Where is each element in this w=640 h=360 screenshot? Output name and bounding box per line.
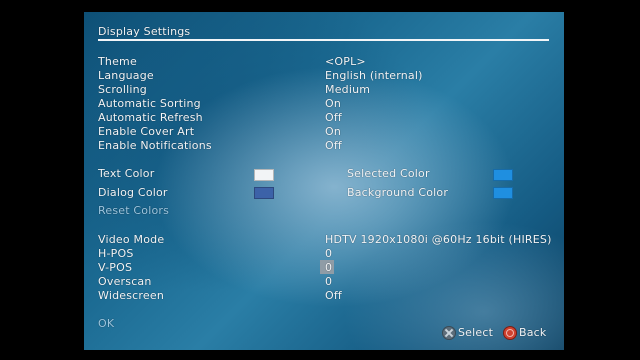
setting-label-widescreen[interactable]: Widescreen	[98, 289, 164, 302]
title-divider	[98, 39, 549, 41]
dialog-color-swatch[interactable]	[254, 187, 274, 199]
setting-value-video-mode: HDTV 1920x1080i @60Hz 16bit (HIRES)	[325, 233, 552, 246]
setting-value-enable-cover-art: On	[325, 125, 342, 138]
page-title: Display Settings	[98, 25, 191, 38]
setting-label-h-pos[interactable]: H-POS	[98, 247, 134, 260]
display-settings-screen: Display Settings Theme <OPL> Language En…	[84, 12, 564, 350]
background-color-swatch[interactable]	[493, 187, 513, 199]
setting-value-overscan: 0	[325, 275, 333, 288]
selected-color-label[interactable]: Selected Color	[347, 167, 430, 180]
reset-colors-button[interactable]: Reset Colors	[98, 204, 169, 217]
setting-value-language: English (internal)	[325, 69, 423, 82]
setting-label-scrolling[interactable]: Scrolling	[98, 83, 147, 96]
text-color-label[interactable]: Text Color	[98, 167, 154, 180]
setting-label-overscan[interactable]: Overscan	[98, 275, 152, 288]
setting-label-enable-cover-art[interactable]: Enable Cover Art	[98, 125, 194, 138]
setting-label-automatic-sorting[interactable]: Automatic Sorting	[98, 97, 201, 110]
setting-label-v-pos[interactable]: V-POS	[98, 261, 132, 274]
circle-button-icon	[503, 326, 517, 340]
dialog-color-label[interactable]: Dialog Color	[98, 186, 168, 199]
text-color-swatch[interactable]	[254, 169, 274, 181]
setting-value-widescreen: Off	[325, 289, 343, 302]
select-hint: Select	[458, 326, 494, 339]
setting-value-v-pos[interactable]: 0	[325, 261, 332, 274]
back-hint: Back	[519, 326, 547, 339]
selected-color-swatch[interactable]	[493, 169, 513, 181]
setting-label-video-mode[interactable]: Video Mode	[98, 233, 164, 246]
setting-value-theme: <OPL>	[325, 55, 366, 68]
background-color-label[interactable]: Background Color	[347, 186, 448, 199]
setting-value-scrolling: Medium	[325, 83, 371, 96]
ok-button[interactable]: OK	[98, 317, 114, 330]
cross-button-icon	[442, 326, 456, 340]
setting-label-theme[interactable]: Theme	[98, 55, 137, 68]
setting-value-automatic-refresh: Off	[325, 111, 343, 124]
setting-label-enable-notifications[interactable]: Enable Notifications	[98, 139, 212, 152]
setting-label-automatic-refresh[interactable]: Automatic Refresh	[98, 111, 203, 124]
setting-label-language[interactable]: Language	[98, 69, 154, 82]
setting-value-h-pos: 0	[325, 247, 333, 260]
setting-value-enable-notifications: Off	[325, 139, 343, 152]
setting-value-automatic-sorting: On	[325, 97, 342, 110]
